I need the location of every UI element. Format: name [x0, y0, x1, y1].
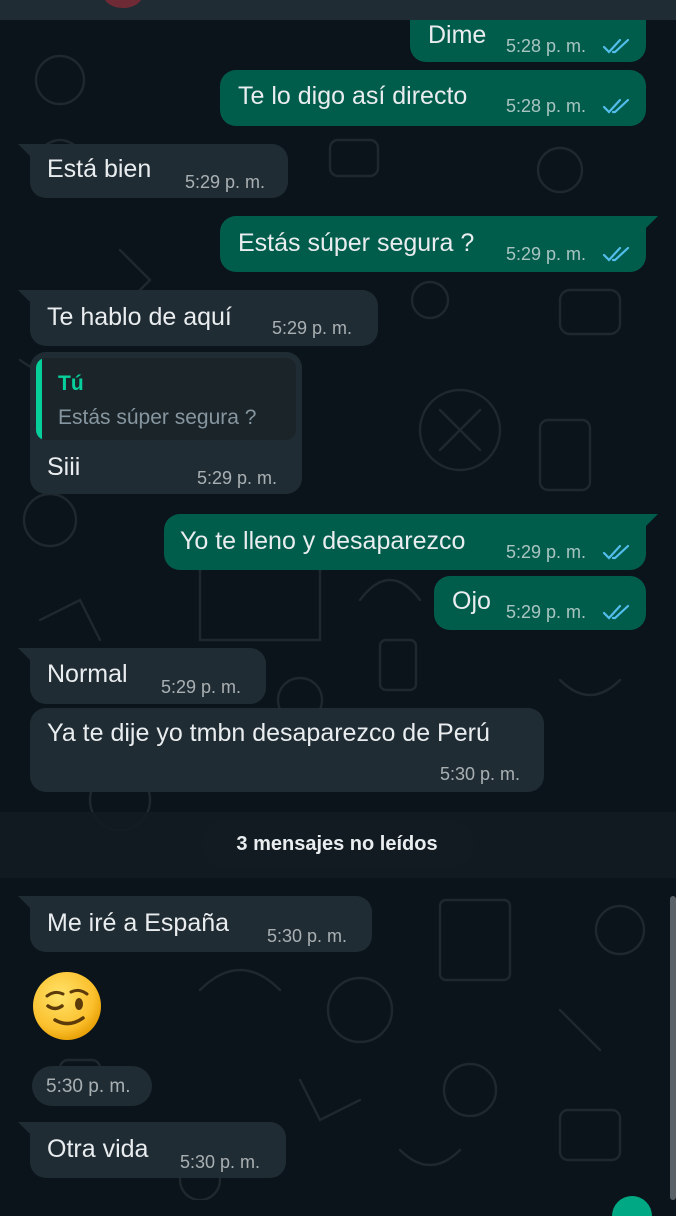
quote-author: Tú [58, 372, 84, 395]
read-ticks-icon [602, 38, 630, 54]
message-text: Yo te lleno y desaparezco [180, 527, 466, 555]
read-ticks-icon [602, 544, 630, 560]
scrollbar[interactable] [670, 896, 676, 1200]
message-bubble-incoming[interactable]: Me iré a España 5:30 p. m. [18, 896, 372, 952]
message-bubble-incoming[interactable]: Otra vida 5:30 p. m. [18, 1122, 286, 1178]
bubble-tail [644, 514, 658, 528]
top-bar [0, 0, 676, 20]
bubble-tail [644, 216, 658, 230]
message-text: Otra vida [47, 1135, 149, 1163]
message-text: Te hablo de aquí [47, 303, 232, 331]
message-text: Está bien [47, 155, 152, 183]
message-time: 5:30 p. m. [440, 764, 521, 784]
message-time: 5:30 p. m. [46, 1076, 131, 1097]
scroll-to-bottom-button[interactable] [612, 1196, 652, 1216]
message-text: Te lo digo así directo [238, 82, 468, 110]
message-text: Me iré a España [47, 909, 230, 937]
message-text: Ojo [452, 587, 491, 615]
message-time: 5:29 p. m. [506, 244, 587, 264]
message-bubble-incoming[interactable]: Te hablo de aquí 5:29 p. m. [18, 290, 378, 346]
emoji-timestamp-chip: 5:30 p. m. [32, 1066, 152, 1106]
message-text: Dime [428, 21, 487, 49]
bubble-tail [18, 1122, 32, 1136]
reply-quote[interactable]: Tú Estás súper segura ? [36, 358, 296, 440]
read-ticks-icon [602, 246, 630, 262]
message-bubble-outgoing[interactable]: Ojo 5:29 p. m. [434, 576, 646, 630]
bubble-tail [18, 896, 32, 910]
message-bubble-outgoing[interactable]: Yo te lleno y desaparezco 5:29 p. m. [164, 514, 658, 570]
message-time: 5:29 p. m. [506, 542, 587, 562]
message-time: 5:29 p. m. [506, 602, 587, 622]
message-list[interactable]: Dime 5:28 p. m. Te lo digo así directo 5… [0, 0, 676, 1216]
message-time: 5:30 p. m. [180, 1152, 261, 1172]
message-time: 5:29 p. m. [185, 172, 266, 192]
message-bubble-incoming[interactable]: Normal 5:29 p. m. [18, 648, 266, 704]
winking-face-emoji-icon[interactable] [31, 970, 103, 1042]
message-text: Estás súper segura ? [238, 229, 475, 257]
message-bubble-incoming[interactable]: Ya te dije yo tmbn desaparezco de Perú 5… [30, 708, 544, 792]
message-time: 5:28 p. m. [506, 36, 587, 56]
message-time: 5:29 p. m. [197, 468, 278, 488]
message-bubble-incoming[interactable]: Está bien 5:29 p. m. [18, 144, 288, 198]
bubble-tail [18, 144, 32, 158]
message-text: Ya te dije yo tmbn desaparezco de Perú [47, 719, 490, 747]
message-text: Siii [47, 453, 81, 481]
bubble-tail [18, 648, 32, 662]
unread-messages-divider: 3 mensajes no leídos [200, 821, 474, 867]
quote-text: Estás súper segura ? [58, 406, 257, 429]
message-time: 5:30 p. m. [267, 926, 348, 946]
read-ticks-icon [602, 604, 630, 620]
message-time: 5:29 p. m. [161, 677, 242, 697]
message-time: 5:29 p. m. [272, 318, 353, 338]
message-text: Normal [47, 660, 128, 688]
message-bubble-outgoing[interactable]: Te lo digo así directo 5:28 p. m. [220, 70, 646, 126]
message-bubble-outgoing[interactable]: Estás súper segura ? 5:29 p. m. [220, 216, 658, 272]
quote-accent-bar [36, 358, 42, 440]
message-time: 5:28 p. m. [506, 96, 587, 116]
read-ticks-icon [602, 98, 630, 114]
message-bubble-incoming-reply[interactable]: Tú Estás súper segura ? Siii 5:29 p. m. [30, 352, 302, 494]
bubble-tail [18, 290, 32, 304]
contact-avatar[interactable] [104, 0, 142, 8]
